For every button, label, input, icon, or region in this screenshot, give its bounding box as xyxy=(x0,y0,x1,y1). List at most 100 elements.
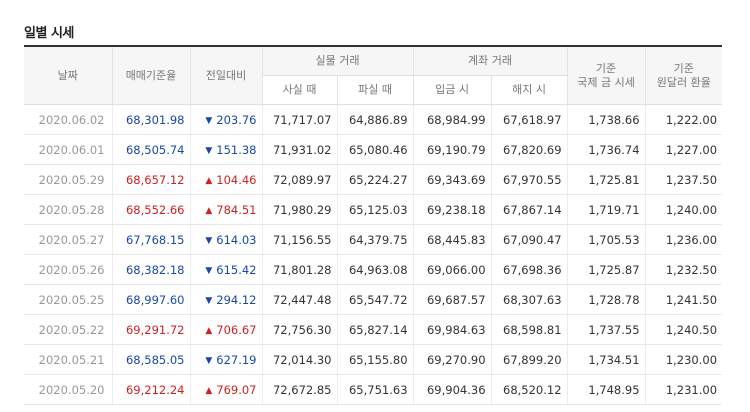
fx-rate-cell: 1,240.50 xyxy=(644,314,723,345)
table-row: 2020.06.02 68,301.98 ▼ 203.76 71,717.07 64,88… xyxy=(24,104,723,135)
change-value: 104.46 xyxy=(216,172,257,187)
change-value: 294.12 xyxy=(216,292,257,307)
cash-sell-cell: 64,963.08 xyxy=(336,254,414,285)
table-body: 2020.06.02 68,301.98 ▼ 203.76 71,717.07 64,88… xyxy=(24,104,723,405)
cash-buy-cell: 72,672.85 xyxy=(261,374,337,405)
triangle-down-icon: ▼ xyxy=(205,295,213,306)
table-row: 2020.05.28 68,552.66 ▲ 784.51 71,980.29 65,12… xyxy=(24,194,723,225)
change-cell: ▲ 104.46 xyxy=(189,164,262,195)
change-value: 627.19 xyxy=(216,352,257,367)
header-change: 전일대비 xyxy=(189,45,262,105)
standard-rate-cell: 68,382.18 xyxy=(111,254,190,285)
fx-rate-cell: 1,240.00 xyxy=(644,194,723,225)
withdraw-cell: 67,698.36 xyxy=(490,254,568,285)
change-value: 615.42 xyxy=(216,262,257,277)
deposit-cell: 68,445.83 xyxy=(412,224,492,255)
intl-gold-cell: 1,725.87 xyxy=(566,254,646,285)
change-value: 706.67 xyxy=(216,322,257,337)
fx-rate-cell: 1,227.00 xyxy=(644,134,723,165)
deposit-cell: 69,343.69 xyxy=(412,164,492,195)
table-row: 2020.05.20 69,212.24 ▲ 769.07 72,672.85 65,75… xyxy=(24,374,723,405)
withdraw-cell: 68,598.81 xyxy=(490,314,568,345)
cash-buy-cell: 71,980.29 xyxy=(261,194,337,225)
withdraw-cell: 67,618.97 xyxy=(490,104,568,135)
standard-rate-cell: 68,301.98 xyxy=(111,104,190,135)
change-cell: ▲ 706.67 xyxy=(189,314,262,345)
intl-gold-cell: 1,719.71 xyxy=(566,194,646,225)
change-cell: ▼ 615.42 xyxy=(189,254,262,285)
change-value: 769.07 xyxy=(216,382,257,397)
intl-gold-cell: 1,736.74 xyxy=(566,134,646,165)
header-account-trade: 계좌 거래 xyxy=(412,45,568,76)
standard-rate-cell: 68,997.60 xyxy=(111,284,190,315)
withdraw-cell: 67,899.20 xyxy=(490,344,568,375)
triangle-up-icon: ▲ xyxy=(205,385,213,396)
withdraw-cell: 67,970.55 xyxy=(490,164,568,195)
change-cell: ▼ 294.12 xyxy=(189,284,262,315)
cash-buy-cell: 72,089.97 xyxy=(261,164,337,195)
deposit-cell: 69,904.36 xyxy=(412,374,492,405)
standard-rate-cell: 68,657.12 xyxy=(111,164,190,195)
date-cell: 2020.05.26 xyxy=(24,254,112,285)
header-intl-gold: 기준 국제 금 시세 xyxy=(566,45,646,105)
intl-gold-cell: 1,705.53 xyxy=(566,224,646,255)
daily-price-table: 날짜 매매기준율 전일대비 실물 거래 계좌 거래 기준 국제 금 시세 기준 … xyxy=(24,45,723,405)
standard-rate-cell: 68,585.05 xyxy=(111,344,190,375)
fx-rate-cell: 1,222.00 xyxy=(644,104,723,135)
header-cash-buy: 사실 때 xyxy=(261,75,337,105)
cash-sell-cell: 64,886.89 xyxy=(336,104,414,135)
withdraw-cell: 67,090.47 xyxy=(490,224,568,255)
standard-rate-cell: 69,291.72 xyxy=(111,314,190,345)
header-intl-gold-line2: 국제 금 시세 xyxy=(577,75,635,89)
deposit-cell: 68,984.99 xyxy=(412,104,492,135)
intl-gold-cell: 1,737.55 xyxy=(566,314,646,345)
table-row: 2020.06.01 68,505.74 ▼ 151.38 71,931.02 65,08… xyxy=(24,134,723,165)
change-value: 151.38 xyxy=(216,142,257,157)
fx-rate-cell: 1,237.50 xyxy=(644,164,723,195)
intl-gold-cell: 1,725.81 xyxy=(566,164,646,195)
withdraw-cell: 67,867.14 xyxy=(490,194,568,225)
change-cell: ▼ 627.19 xyxy=(189,344,262,375)
header-withdraw: 해지 시 xyxy=(490,75,568,105)
deposit-cell: 69,190.79 xyxy=(412,134,492,165)
withdraw-cell: 68,520.12 xyxy=(490,374,568,405)
change-cell: ▼ 203.76 xyxy=(189,104,262,135)
triangle-up-icon: ▲ xyxy=(205,205,213,216)
header-intl-gold-line1: 기준 xyxy=(595,61,617,75)
triangle-down-icon: ▼ xyxy=(205,145,213,156)
fx-rate-cell: 1,230.00 xyxy=(644,344,723,375)
cash-buy-cell: 72,014.30 xyxy=(261,344,337,375)
change-value: 203.76 xyxy=(216,112,257,127)
deposit-cell: 69,984.63 xyxy=(412,314,492,345)
date-cell: 2020.05.20 xyxy=(24,374,112,405)
date-cell: 2020.05.28 xyxy=(24,194,112,225)
change-value: 614.03 xyxy=(216,232,257,247)
table-row: 2020.05.26 68,382.18 ▼ 615.42 71,801.28 64,96… xyxy=(24,254,723,285)
intl-gold-cell: 1,748.95 xyxy=(566,374,646,405)
change-cell: ▲ 769.07 xyxy=(189,374,262,405)
cash-sell-cell: 65,827.14 xyxy=(336,314,414,345)
table-row: 2020.05.29 68,657.12 ▲ 104.46 72,089.97 65,22… xyxy=(24,164,723,195)
change-cell: ▲ 784.51 xyxy=(189,194,262,225)
table-row: 2020.05.21 68,585.05 ▼ 627.19 72,014.30 65,15… xyxy=(24,344,723,375)
change-value: 784.51 xyxy=(216,202,257,217)
cash-buy-cell: 71,801.28 xyxy=(261,254,337,285)
cash-sell-cell: 65,125.03 xyxy=(336,194,414,225)
header-fx-rate: 기준 원달러 환율 xyxy=(644,45,723,105)
deposit-cell: 69,238.18 xyxy=(412,194,492,225)
intl-gold-cell: 1,728.78 xyxy=(566,284,646,315)
date-cell: 2020.06.01 xyxy=(24,134,112,165)
intl-gold-cell: 1,738.66 xyxy=(566,104,646,135)
cash-sell-cell: 65,155.80 xyxy=(336,344,414,375)
header-cash-sell: 파실 때 xyxy=(336,75,414,105)
standard-rate-cell: 68,505.74 xyxy=(111,134,190,165)
triangle-down-icon: ▼ xyxy=(205,355,213,366)
cash-buy-cell: 72,756.30 xyxy=(261,314,337,345)
cash-buy-cell: 72,447.48 xyxy=(261,284,337,315)
header-deposit: 입금 시 xyxy=(412,75,492,105)
header-cash-trade: 실물 거래 xyxy=(261,45,414,76)
date-cell: 2020.05.27 xyxy=(24,224,112,255)
cash-sell-cell: 65,224.27 xyxy=(336,164,414,195)
triangle-down-icon: ▼ xyxy=(205,235,213,246)
deposit-cell: 69,270.90 xyxy=(412,344,492,375)
